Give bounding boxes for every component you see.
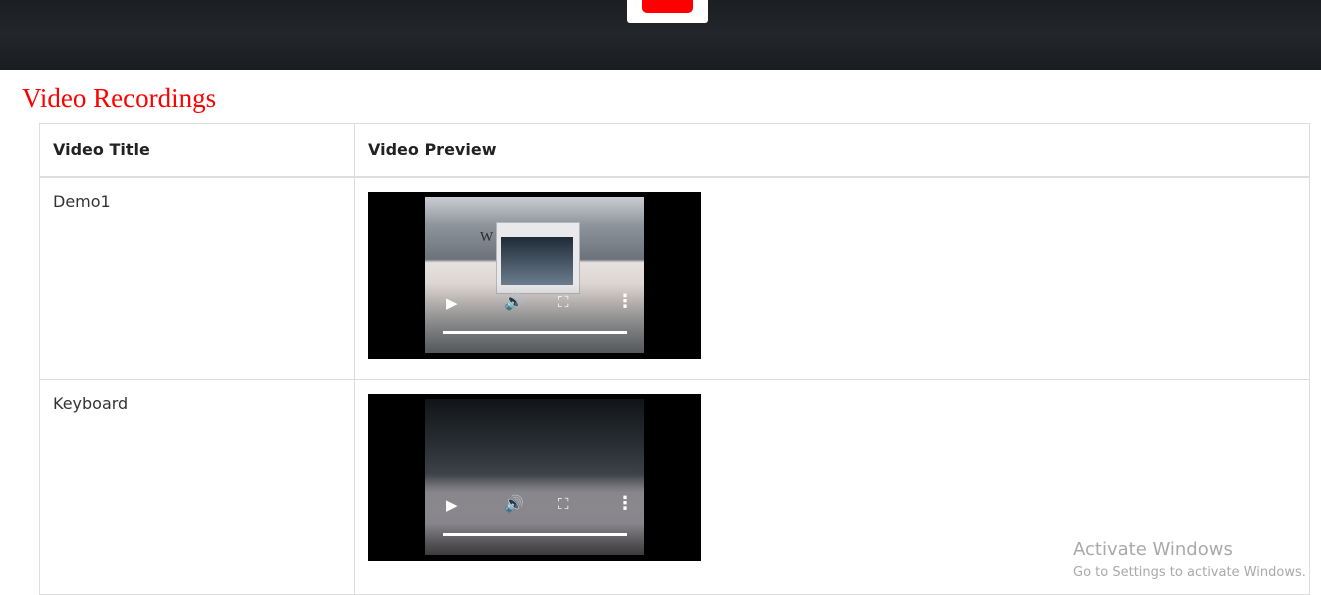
youtube-logo[interactable] (627, 0, 708, 23)
play-icon[interactable]: ▶ (446, 296, 458, 311)
video-frame-dialog-content (501, 237, 573, 285)
fullscreen-icon[interactable]: ⛶ (558, 497, 569, 512)
video-progress-bar[interactable] (443, 533, 627, 536)
video-progress-bar[interactable] (443, 331, 627, 334)
column-header-video-preview: Video Preview (354, 123, 1310, 178)
fullscreen-icon[interactable]: ⛶ (558, 295, 569, 310)
watermark-title: Activate Windows (1073, 539, 1233, 560)
recordings-table: Video Title Video Preview Demo1 W ORDER … (39, 123, 1310, 595)
more-options-icon[interactable]: ⋮ (616, 495, 634, 513)
video-player-demo1[interactable]: W ORDER ▶ 🔊 ⛶ ⋮ (368, 192, 701, 359)
activate-windows-watermark: Activate Windows Go to Settings to activ… (1073, 538, 1306, 584)
video-title-cell: Keyboard (39, 379, 355, 595)
more-options-icon[interactable]: ⋮ (616, 293, 634, 311)
table-row: Demo1 W ORDER ▶ 🔊 ⛶ ⋮ (39, 176, 1310, 380)
video-title-cell: Demo1 (39, 176, 355, 380)
volume-icon[interactable]: 🔊 (504, 294, 524, 310)
volume-icon[interactable]: 🔊 (504, 496, 524, 512)
column-header-video-title: Video Title (39, 123, 355, 178)
table-header-row: Video Title Video Preview (39, 123, 1310, 178)
youtube-logo-icon (642, 0, 693, 13)
play-icon[interactable]: ▶ (446, 498, 458, 513)
video-preview-cell: W ORDER ▶ 🔊 ⛶ ⋮ (354, 176, 1310, 380)
section-title: Video Recordings (22, 83, 217, 113)
video-player-keyboard[interactable]: ▶ 🔊 ⛶ ⋮ (368, 394, 701, 561)
top-banner (0, 0, 1321, 70)
watermark-subtitle: Go to Settings to activate Windows. (1073, 565, 1306, 580)
